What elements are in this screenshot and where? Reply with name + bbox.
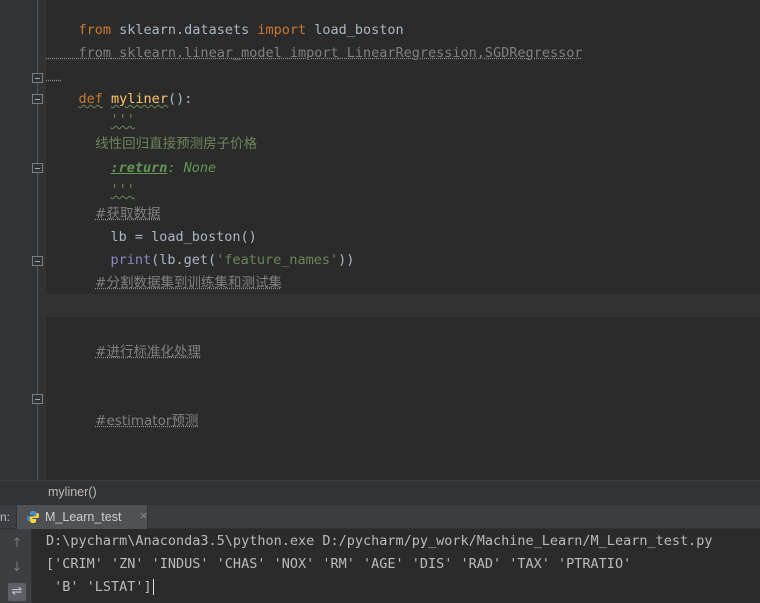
comment-estimator[interactable]: #estimator预测 bbox=[78, 388, 198, 429]
console-line-output-cont: 'B' 'LSTAT'] bbox=[46, 576, 154, 598]
comment-text: #estimator预测 bbox=[95, 413, 199, 429]
console-line-command: D:\pycharm\Anaconda3.5\python.exe D:/pyc… bbox=[46, 533, 713, 549]
docstring-return[interactable]: :return: None bbox=[78, 135, 217, 176]
comment-text: #进行标准化处理 bbox=[95, 344, 201, 360]
docstring-return-value: : None bbox=[167, 160, 217, 176]
fold-marker-icon[interactable] bbox=[32, 394, 43, 404]
code-line-load-boston[interactable]: lb = load_boston() bbox=[78, 204, 257, 245]
scroll-down-icon[interactable]: ↓ bbox=[8, 559, 26, 577]
print-args-close: )) bbox=[338, 252, 355, 268]
console-output[interactable]: ↑ ↓ ⇌ D:\pycharm\Anaconda3.5\python.exe … bbox=[0, 529, 760, 603]
tab-m-learn-test[interactable]: M_Learn_test × bbox=[16, 505, 148, 529]
fold-marker-icon[interactable] bbox=[32, 73, 43, 83]
module-name: sklearn.linear_model bbox=[111, 45, 290, 61]
comment-text: #分割数据集到训练集和测试集 bbox=[95, 275, 282, 291]
close-icon[interactable]: × bbox=[139, 509, 148, 522]
import-names: LinearRegression,SGDRegressor bbox=[338, 45, 583, 61]
console-toolbar: ↑ ↓ ⇌ bbox=[0, 529, 32, 603]
console-text: 'B' 'LSTAT'] bbox=[46, 579, 152, 595]
current-line-highlight bbox=[46, 294, 760, 317]
comment-get-data[interactable]: #获取数据 bbox=[78, 181, 160, 222]
code-line-print[interactable]: print(lb.get('feature_names')) bbox=[78, 227, 355, 268]
code-line-def[interactable]: def myliner(): bbox=[46, 66, 193, 107]
fold-marker-icon[interactable] bbox=[32, 256, 43, 266]
gutter-separator bbox=[37, 0, 38, 480]
fold-marker-icon[interactable] bbox=[32, 94, 43, 104]
python-icon bbox=[27, 511, 39, 523]
docstring-text[interactable]: 线性回归直接预测房子价格 bbox=[78, 111, 257, 152]
tab-label: M_Learn_test bbox=[45, 510, 122, 524]
def-signature: (): bbox=[167, 91, 193, 107]
code-line-import-linear-model[interactable]: from sklearn.linear_model import LinearR… bbox=[46, 20, 583, 61]
comment-standardize[interactable]: #进行标准化处理 bbox=[78, 319, 201, 360]
keyword-from: from bbox=[78, 45, 112, 61]
comment-split-data[interactable]: #分割数据集到训练集和测试集 bbox=[78, 250, 282, 291]
code-line-import-datasets[interactable]: from sklearn.datasets import load_boston bbox=[46, 0, 404, 38]
text-cursor bbox=[152, 579, 154, 595]
run-label: n: bbox=[0, 510, 11, 524]
scroll-up-icon[interactable]: ↑ bbox=[8, 535, 26, 553]
docstring-open[interactable]: ''' bbox=[78, 87, 135, 128]
soft-wrap-icon[interactable]: ⇌ bbox=[8, 583, 26, 601]
docstring-close[interactable]: ''' bbox=[78, 157, 135, 198]
editor-gutter bbox=[0, 0, 46, 480]
run-tab-bar: n: M_Learn_test × bbox=[0, 504, 760, 529]
fold-marker-icon[interactable] bbox=[32, 163, 43, 173]
code-editor[interactable]: from sklearn.datasets import load_boston… bbox=[0, 0, 760, 480]
console-line-output: ['CRIM' 'ZN' 'INDUS' 'CHAS' 'NOX' 'RM' '… bbox=[46, 556, 632, 572]
breadcrumb-function[interactable]: myliner() bbox=[48, 485, 97, 499]
keyword-import: import bbox=[289, 45, 339, 61]
breadcrumb[interactable]: myliner() bbox=[0, 480, 760, 504]
